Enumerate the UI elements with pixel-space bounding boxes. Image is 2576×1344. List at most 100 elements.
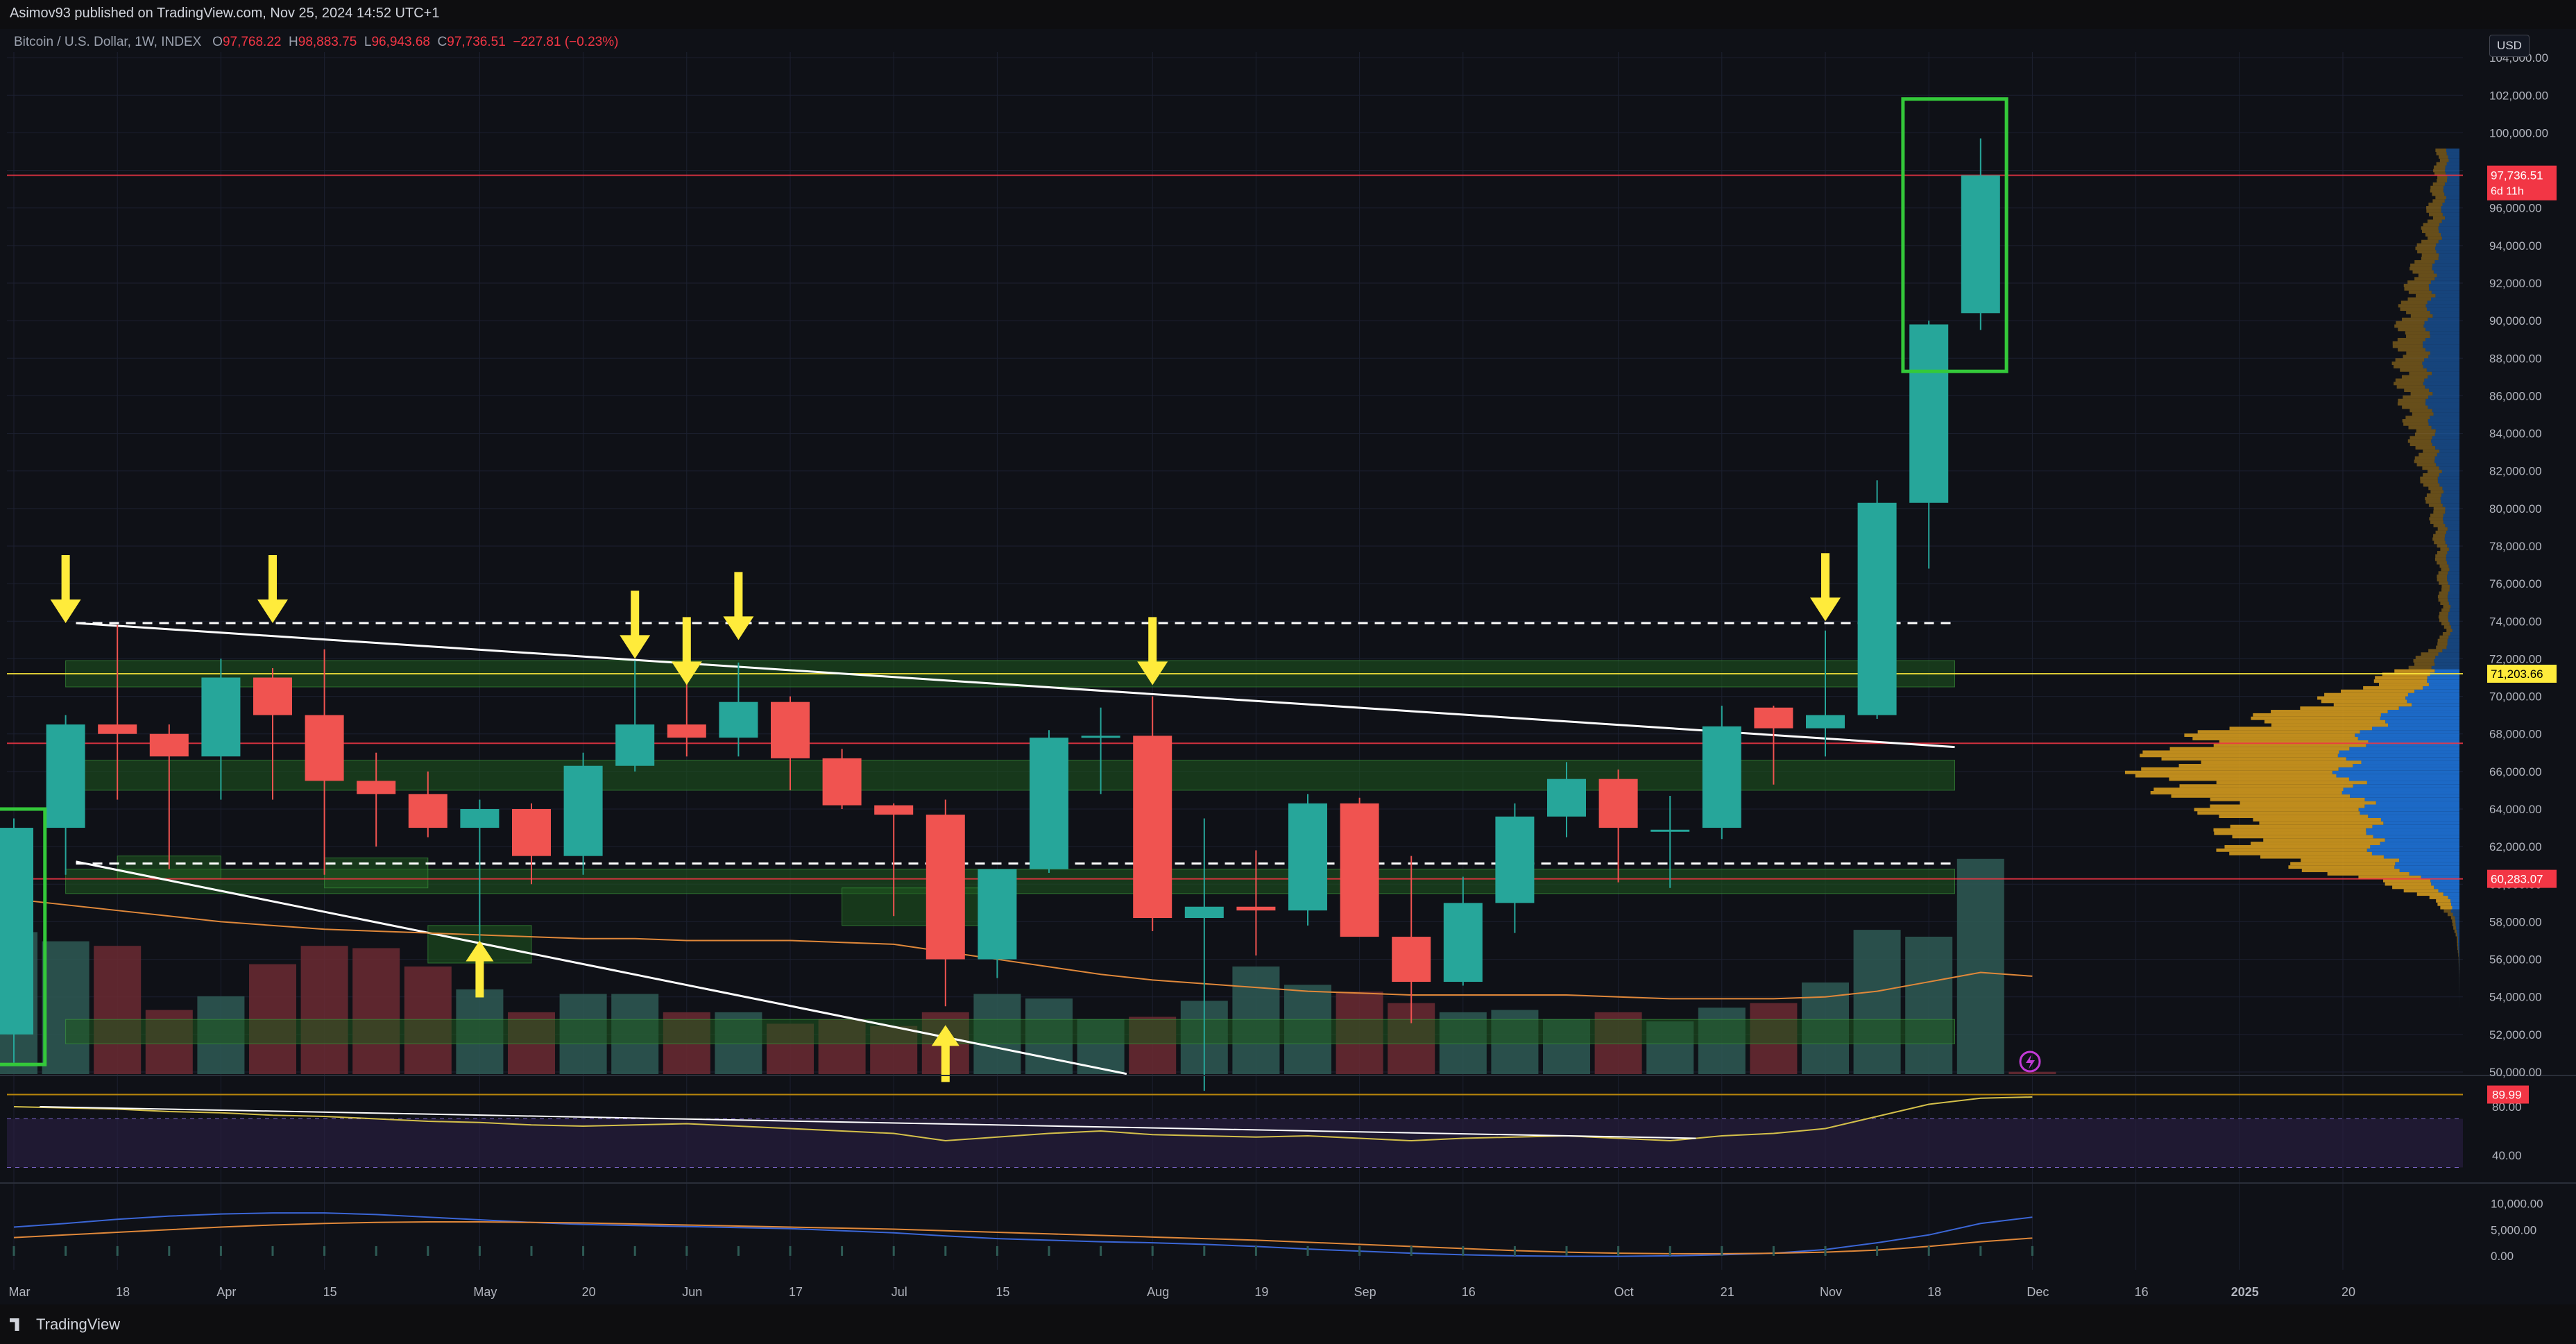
volume-profile-bar-sell <box>2439 564 2449 568</box>
volume-profile-bar-buy <box>2445 510 2459 514</box>
volume-profile-bar-sell <box>2410 392 2433 395</box>
volume-profile-bar-sell <box>2142 750 2339 754</box>
volume-bar <box>2008 1071 2056 1074</box>
volume-profile-bar-sell <box>2402 405 2428 409</box>
volume-profile-bar-sell <box>2437 527 2448 531</box>
symbol-title[interactable]: Bitcoin / U.S. Dollar, 1W, INDEX <box>14 35 201 49</box>
volume-profile-bar-sell <box>2253 713 2381 717</box>
volume-profile-bar-buy <box>2427 300 2459 305</box>
volume-profile-bar-sell <box>2437 176 2448 180</box>
volume-profile-bar-buy <box>2425 402 2459 406</box>
volume-profile-bar-buy <box>2438 652 2459 656</box>
volume-profile-bar-sell <box>2230 824 2373 828</box>
volume-profile-bar-buy <box>2366 828 2459 832</box>
volume-profile-bar-sell <box>2423 483 2440 487</box>
volume-profile-bar-buy <box>2353 764 2459 767</box>
volume-profile-bar-buy <box>2429 287 2459 291</box>
volume-profile-bar-buy <box>2447 578 2459 581</box>
volume-profile-bar-sell <box>2416 429 2436 433</box>
volume-profile-bar-buy <box>2336 774 2459 778</box>
volume-profile-bar-sell <box>2429 517 2443 521</box>
time-tick-label: 17 <box>789 1285 803 1299</box>
volume-profile-bar-sell <box>2446 629 2453 632</box>
oscillator-tick-label: 0.00 <box>2491 1250 2514 1263</box>
volume-profile-bar-buy <box>2428 355 2459 359</box>
volume-profile-bar-buy <box>2399 858 2459 862</box>
volume-profile-bar-buy <box>2448 155 2459 159</box>
volume-profile-bar-sell <box>2391 361 2423 366</box>
candle <box>1340 797 1379 937</box>
volume-profile-bar-sell <box>2363 686 2423 690</box>
price-tick-label: 50,000.00 <box>2489 1066 2542 1079</box>
volume-profile-bar-sell <box>2440 547 2449 552</box>
volume-profile-bar-buy <box>2448 618 2459 622</box>
volume-profile-bar-sell <box>2420 476 2438 480</box>
volume-profile-bar-sell <box>2412 412 2434 416</box>
volume-profile-bar-buy <box>2360 730 2459 734</box>
volume-profile-bar-buy <box>2348 777 2459 781</box>
volume-profile-bar-sell <box>2251 842 2380 845</box>
volume-profile-bar-buy <box>2447 527 2459 531</box>
volume-profile-bar-sell <box>2408 425 2432 429</box>
volume-profile-bar-sell <box>2427 470 2442 473</box>
volume-profile-bar-buy <box>2443 189 2459 193</box>
currency-button[interactable]: USD <box>2489 35 2530 57</box>
candle <box>1288 794 1327 926</box>
volume-profile-bar-buy <box>2438 239 2459 244</box>
volume-profile-bar-buy <box>2435 656 2459 659</box>
volume-profile-bar-buy <box>2455 919 2459 924</box>
volume-profile-bar-sell <box>2443 604 2451 609</box>
chart-canvas[interactable]: 50,000.00 52,000.00 54,000.00 56,000.00 58,0… <box>0 0 2576 1344</box>
bar-countdown-label: 6d 11h <box>2491 186 2524 198</box>
volume-profile-bar-sell <box>2301 858 2400 862</box>
volume-profile-bar-buy <box>2445 541 2459 545</box>
time-tick-label: Jul <box>892 1285 907 1299</box>
volume-profile-bar-buy <box>2380 716 2459 720</box>
volume-profile-bar-buy <box>2432 443 2459 446</box>
volume-profile-bar-sell <box>2414 260 2435 264</box>
volume-profile-bar-sell <box>2171 794 2351 798</box>
volume-profile-bar-sell <box>2194 808 2359 812</box>
volume-profile-bar-buy <box>2448 591 2459 595</box>
volume-profile-bar-buy <box>2432 314 2459 318</box>
volume-profile-bar-sell <box>2414 662 2435 666</box>
tradingview-logo[interactable]: TradingView <box>10 1316 120 1334</box>
volume-profile-bar-buy <box>2431 665 2459 670</box>
volume-profile-bar-buy <box>2441 236 2459 240</box>
volume-profile-bar-buy <box>2426 307 2459 312</box>
rsi-tick-label: 40.00 <box>2492 1149 2522 1162</box>
price-tick-label: 92,000.00 <box>2489 277 2542 290</box>
volume-profile-bar-buy <box>2423 686 2459 690</box>
volume-profile-bar-buy <box>2366 848 2459 852</box>
volume-profile-bar-sell <box>2430 520 2443 525</box>
volume-profile-bar-sell <box>2421 230 2439 233</box>
volume-profile-bar-buy <box>2441 219 2459 223</box>
volume-bar <box>1905 937 1953 1074</box>
volume-profile-bar-sell <box>2435 554 2446 558</box>
volume-profile-bar-sell <box>2428 649 2443 653</box>
volume-profile-bar-buy <box>2361 760 2459 765</box>
time-tick-label: 16 <box>2135 1285 2149 1299</box>
volume-profile-bar-buy <box>2357 737 2459 740</box>
time-tick-label: Dec <box>2027 1285 2049 1299</box>
volume-profile-bar-sell <box>2433 524 2446 527</box>
volume-profile-bar-sell <box>2435 196 2446 200</box>
volume-profile-bar-sell <box>2324 692 2408 697</box>
volume-profile-bar-sell <box>2378 683 2429 686</box>
candle <box>0 818 33 1063</box>
time-tick-label: Jun <box>682 1285 702 1299</box>
volume-profile-bar-buy <box>2437 452 2459 457</box>
volume-profile-bar-buy <box>2450 631 2459 636</box>
volume-profile-bar-sell <box>2407 297 2432 301</box>
volume-profile-bar-sell <box>2439 591 2448 595</box>
time-tick-label: Nov <box>1820 1285 1842 1299</box>
volume-profile-bar-sell <box>2169 747 2350 751</box>
time-tick-label: Mar <box>9 1285 31 1299</box>
volume-profile-bar-buy <box>2444 537 2459 541</box>
volume-profile-bar-buy <box>2458 946 2459 951</box>
volume-profile-bar-buy <box>2425 398 2459 402</box>
volume-profile-bar-buy <box>2424 321 2459 325</box>
volume-profile-bar-buy <box>2399 869 2459 872</box>
volume-profile-bar-buy <box>2444 199 2459 203</box>
volume-profile-bar-buy <box>2383 821 2459 825</box>
